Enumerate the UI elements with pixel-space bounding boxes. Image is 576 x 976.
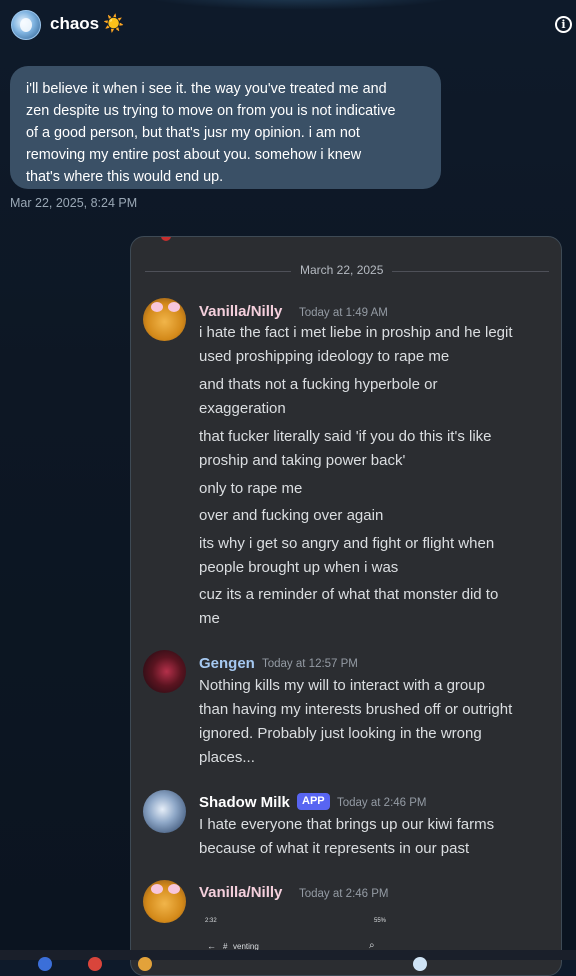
message-line: used proshipping ideology to rape me (199, 348, 450, 365)
author-name: Shadow Milk (199, 794, 290, 811)
app-badge: APP (297, 793, 330, 810)
sun-emoji-icon: ☀️ (103, 14, 125, 33)
taskbar (0, 950, 576, 960)
message-line: removing my entire post about you. someh… (26, 147, 362, 163)
author-avatar (143, 790, 186, 833)
message-line: exaggeration (199, 400, 286, 417)
message-line: people brought up when i was (199, 559, 399, 576)
message-line: i hate the fact i met liebe in proship a… (199, 324, 513, 341)
message-line: its why i get so angry and fight or flig… (199, 535, 495, 552)
date-divider: March 22, 2025 (291, 263, 393, 277)
info-icon[interactable]: i (555, 16, 572, 33)
taskbar-app-icon[interactable] (413, 957, 427, 971)
message-line: that fucker literally said 'if you do th… (199, 428, 492, 445)
message-line: because of what it represents in our pas… (199, 840, 470, 857)
taskbar-app-icon[interactable] (88, 957, 102, 971)
author-name: Vanilla/Nilly (199, 303, 283, 320)
message-line: places... (199, 749, 255, 766)
author-avatar (143, 880, 186, 923)
message-time: Today at 2:46 PM (337, 797, 427, 809)
message-line: ignored. Probably just looking in the wr… (199, 725, 482, 742)
message-line: cuz its a reminder of what that monster … (199, 586, 499, 603)
message-line: Nothing kills my will to interact with a… (199, 677, 485, 694)
message-line: i'll believe it when i see it. the way y… (26, 81, 387, 97)
message-time: Today at 1:49 AM (299, 307, 388, 319)
message-line: of a good person, but that's jusr my opi… (26, 125, 360, 141)
message-line: than having my interests brushed off or … (199, 701, 513, 718)
attached-screenshot[interactable]: March 22, 2025 Vanilla/Nilly Today at 1:… (130, 236, 562, 976)
message-line: over and fucking over again (199, 507, 384, 524)
message-line: only to rape me (199, 480, 303, 497)
message-line: and thats not a fucking hyperbole or (199, 376, 438, 393)
author-avatar (143, 298, 186, 341)
taskbar-app-icon[interactable] (138, 957, 152, 971)
message-line: that's where this would end up. (26, 169, 224, 185)
notification-dot (161, 237, 171, 241)
chat-header: chaos ☀️ i (0, 0, 576, 50)
message-bubble[interactable]: i'll believe it when i see it. the way y… (10, 66, 441, 189)
taskbar-app-icon[interactable] (38, 957, 52, 971)
author-name: Vanilla/Nilly (199, 884, 283, 901)
phone-battery: 55% (374, 918, 387, 924)
phone-time: 2:32 (205, 918, 217, 924)
message-time: Today at 2:46 PM (299, 888, 389, 900)
contact-avatar[interactable] (11, 10, 41, 40)
message-line: zen despite us trying to move on from yo… (26, 103, 396, 119)
author-name: Gengen (199, 655, 255, 672)
message-line: I hate everyone that brings up our kiwi … (199, 816, 495, 833)
message-line: me (199, 610, 220, 627)
message-time: Today at 12:57 PM (262, 658, 358, 670)
contact-name-text: chaos (50, 14, 100, 33)
message-line: proship and taking power back' (199, 452, 406, 469)
message-timestamp: Mar 22, 2025, 8:24 PM (10, 196, 138, 210)
author-avatar (143, 650, 186, 693)
contact-name[interactable]: chaos ☀️ (50, 14, 124, 34)
